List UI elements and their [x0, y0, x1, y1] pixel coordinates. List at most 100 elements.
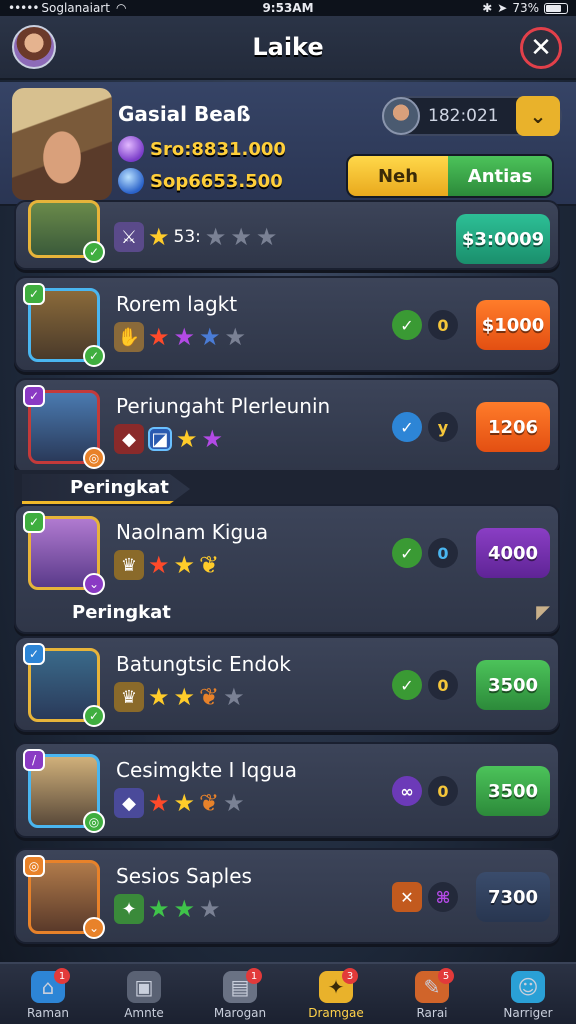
- price-button[interactable]: $3:0009: [456, 214, 550, 264]
- price-button[interactable]: $1000: [476, 300, 550, 350]
- hero-stat-secondary-value: Sop6653.500: [150, 170, 283, 192]
- star-icon: ★: [224, 323, 247, 351]
- count-chip: 0: [428, 670, 458, 700]
- star-icon: ★: [173, 551, 196, 579]
- stars-count: 53:: [173, 227, 201, 247]
- page-title: Laike: [252, 33, 324, 61]
- character-portrait: ✓ ✓: [23, 283, 105, 367]
- toggle-option-right[interactable]: Antias: [448, 156, 552, 196]
- check-icon: ✓: [392, 310, 422, 340]
- swirl-badge-icon: ◎: [23, 855, 45, 877]
- wing-icon: ❦: [199, 551, 220, 579]
- check-badge-icon: ✓: [83, 345, 105, 367]
- top-bar: Laike ✕: [0, 16, 576, 80]
- list-item[interactable]: ✓ ◎ Periungaht Plerleunin ◆ ◪ ★ ★ ✓ y 12…: [14, 378, 560, 474]
- currency-value: 182:021: [428, 106, 499, 126]
- nav-item-marogan[interactable]: 1 ▤ Marogan: [192, 964, 288, 1024]
- leaf-icon: ✦: [114, 894, 144, 924]
- check-badge-icon: ✓: [23, 511, 45, 533]
- character-portrait: / ◎: [23, 749, 105, 833]
- character-name: Periungaht Plerleunin: [116, 394, 331, 418]
- star-icon: ★: [148, 683, 170, 711]
- check-badge-icon: ✓: [23, 283, 45, 305]
- list-item[interactable]: ✓ ⚔ ★ 53: ★ ★ ★ $3:0009: [14, 200, 560, 270]
- star-icon: ★: [223, 789, 245, 817]
- currency-selector[interactable]: 182:021 ⌄: [382, 96, 562, 136]
- star-icon: ★: [148, 895, 170, 923]
- hero-stat-primary-value: Sro:8831.000: [150, 138, 286, 160]
- character-name: Batungtsic Endok: [116, 652, 291, 676]
- count-chip: 0: [428, 776, 458, 806]
- chevron-down-icon[interactable]: ⌄: [516, 96, 560, 136]
- wing-icon: ❦: [199, 789, 220, 817]
- price-button[interactable]: 7300: [476, 872, 550, 922]
- nav-label: Narriger: [503, 1006, 553, 1020]
- list-item[interactable]: ◎ ⌄ Sesios Saples ✦ ★ ★ ★ ✕ ⌘ 7300: [14, 848, 560, 944]
- character-portrait: ◎ ⌄: [23, 855, 105, 939]
- swirl-badge-icon: ◎: [83, 447, 105, 469]
- character-name: Naolnam Kigua: [116, 520, 269, 544]
- character-name: Rorem lagkt: [116, 292, 238, 316]
- slash-badge-icon: /: [23, 749, 45, 771]
- toggle-option-left[interactable]: Neh: [348, 156, 448, 196]
- price-button[interactable]: 3500: [476, 660, 550, 710]
- character-portrait: ✓ ⌄: [23, 511, 105, 595]
- profile-avatar[interactable]: [12, 25, 56, 69]
- square-icon: ◪: [148, 427, 172, 451]
- sub-section-label: Peringkat: [72, 602, 171, 623]
- list-item[interactable]: ✓ ✓ Batungtsic Endok ♛ ★ ★ ❦ ★ ✓ 0 3500: [14, 636, 560, 732]
- check-icon: ✓: [392, 412, 422, 442]
- nav-item-dramgae[interactable]: 3 ✦ Dramgae: [288, 964, 384, 1024]
- wing-icon: ❦: [199, 683, 220, 711]
- section-header: Peringkat: [22, 474, 190, 504]
- location-icon: ➤: [497, 1, 508, 15]
- list-item[interactable]: / ◎ Cesimgkte I Iqgua ◆ ★ ★ ❦ ★ ∞ 0 3500: [14, 742, 560, 838]
- hero-portrait: [12, 88, 112, 200]
- notification-badge: 1: [246, 968, 262, 984]
- list-item[interactable]: ✓ ✓ Rorem lagkt ✋ ★ ★ ★ ★ ✓ 0 $1000: [14, 276, 560, 372]
- link-icon: ∞: [392, 776, 422, 806]
- rating-stars: ✋ ★ ★ ★ ★: [114, 322, 246, 352]
- count-chip: 0: [428, 310, 458, 340]
- nav-item-raman[interactable]: 1 ⌂ Raman: [0, 964, 96, 1024]
- signal-icon: •••••: [8, 1, 39, 15]
- price-button[interactable]: 1206: [476, 402, 550, 452]
- crown-icon: ♛: [114, 550, 144, 580]
- star-icon: ★: [223, 683, 245, 711]
- character-name: Sesios Saples: [116, 864, 252, 888]
- rating-stars: ⚔ ★ 53: ★ ★ ★: [114, 222, 277, 252]
- star-icon: ★: [201, 425, 224, 453]
- bag-icon: ◆: [114, 424, 144, 454]
- row-chips: ✓ 0: [392, 310, 458, 340]
- check-badge-icon: ✓: [83, 241, 105, 263]
- nav-label: Dramgae: [308, 1006, 364, 1020]
- carrier-label: Soglanaiart: [41, 1, 110, 15]
- hero-stat-secondary: Sop6653.500: [118, 168, 283, 194]
- cross-icon: ✕: [392, 882, 422, 912]
- close-button[interactable]: ✕: [520, 27, 562, 69]
- swirl-badge-icon: ◎: [83, 811, 105, 833]
- bluetooth-icon: ✱: [482, 1, 493, 15]
- hero-name: Gasial Beaß: [118, 102, 251, 126]
- star-icon: ★: [173, 789, 196, 817]
- check-icon: ✓: [392, 670, 422, 700]
- mode-toggle: Neh Antias: [346, 154, 554, 198]
- battery-icon: [544, 2, 568, 14]
- nav-item-amnte[interactable]: ▣ Amnte: [96, 964, 192, 1024]
- price-button[interactable]: 4000: [476, 528, 550, 578]
- purple-gem-icon: [118, 136, 144, 162]
- price-button[interactable]: 3500: [476, 766, 550, 816]
- currency-avatar: [382, 97, 420, 135]
- check-badge-icon: ✓: [23, 643, 45, 665]
- nav-item-narriger[interactable]: ☺ Narriger: [480, 964, 576, 1024]
- star-icon: ★: [199, 323, 221, 351]
- profile-icon: ☺: [511, 971, 545, 1003]
- battery-percent: 73%: [512, 1, 539, 15]
- nav-label: Marogan: [213, 1006, 267, 1020]
- nav-item-rarai[interactable]: 5 ✎ Rarai: [384, 964, 480, 1024]
- star-icon: ★: [176, 425, 198, 453]
- crystal-icon: ◆: [114, 788, 144, 818]
- character-name: Cesimgkte I Iqgua: [116, 758, 297, 782]
- hero-card: Gasial Beaß Sro:8831.000 Sop6653.500 182…: [0, 82, 576, 206]
- rating-stars: ◆ ◪ ★ ★: [114, 424, 223, 454]
